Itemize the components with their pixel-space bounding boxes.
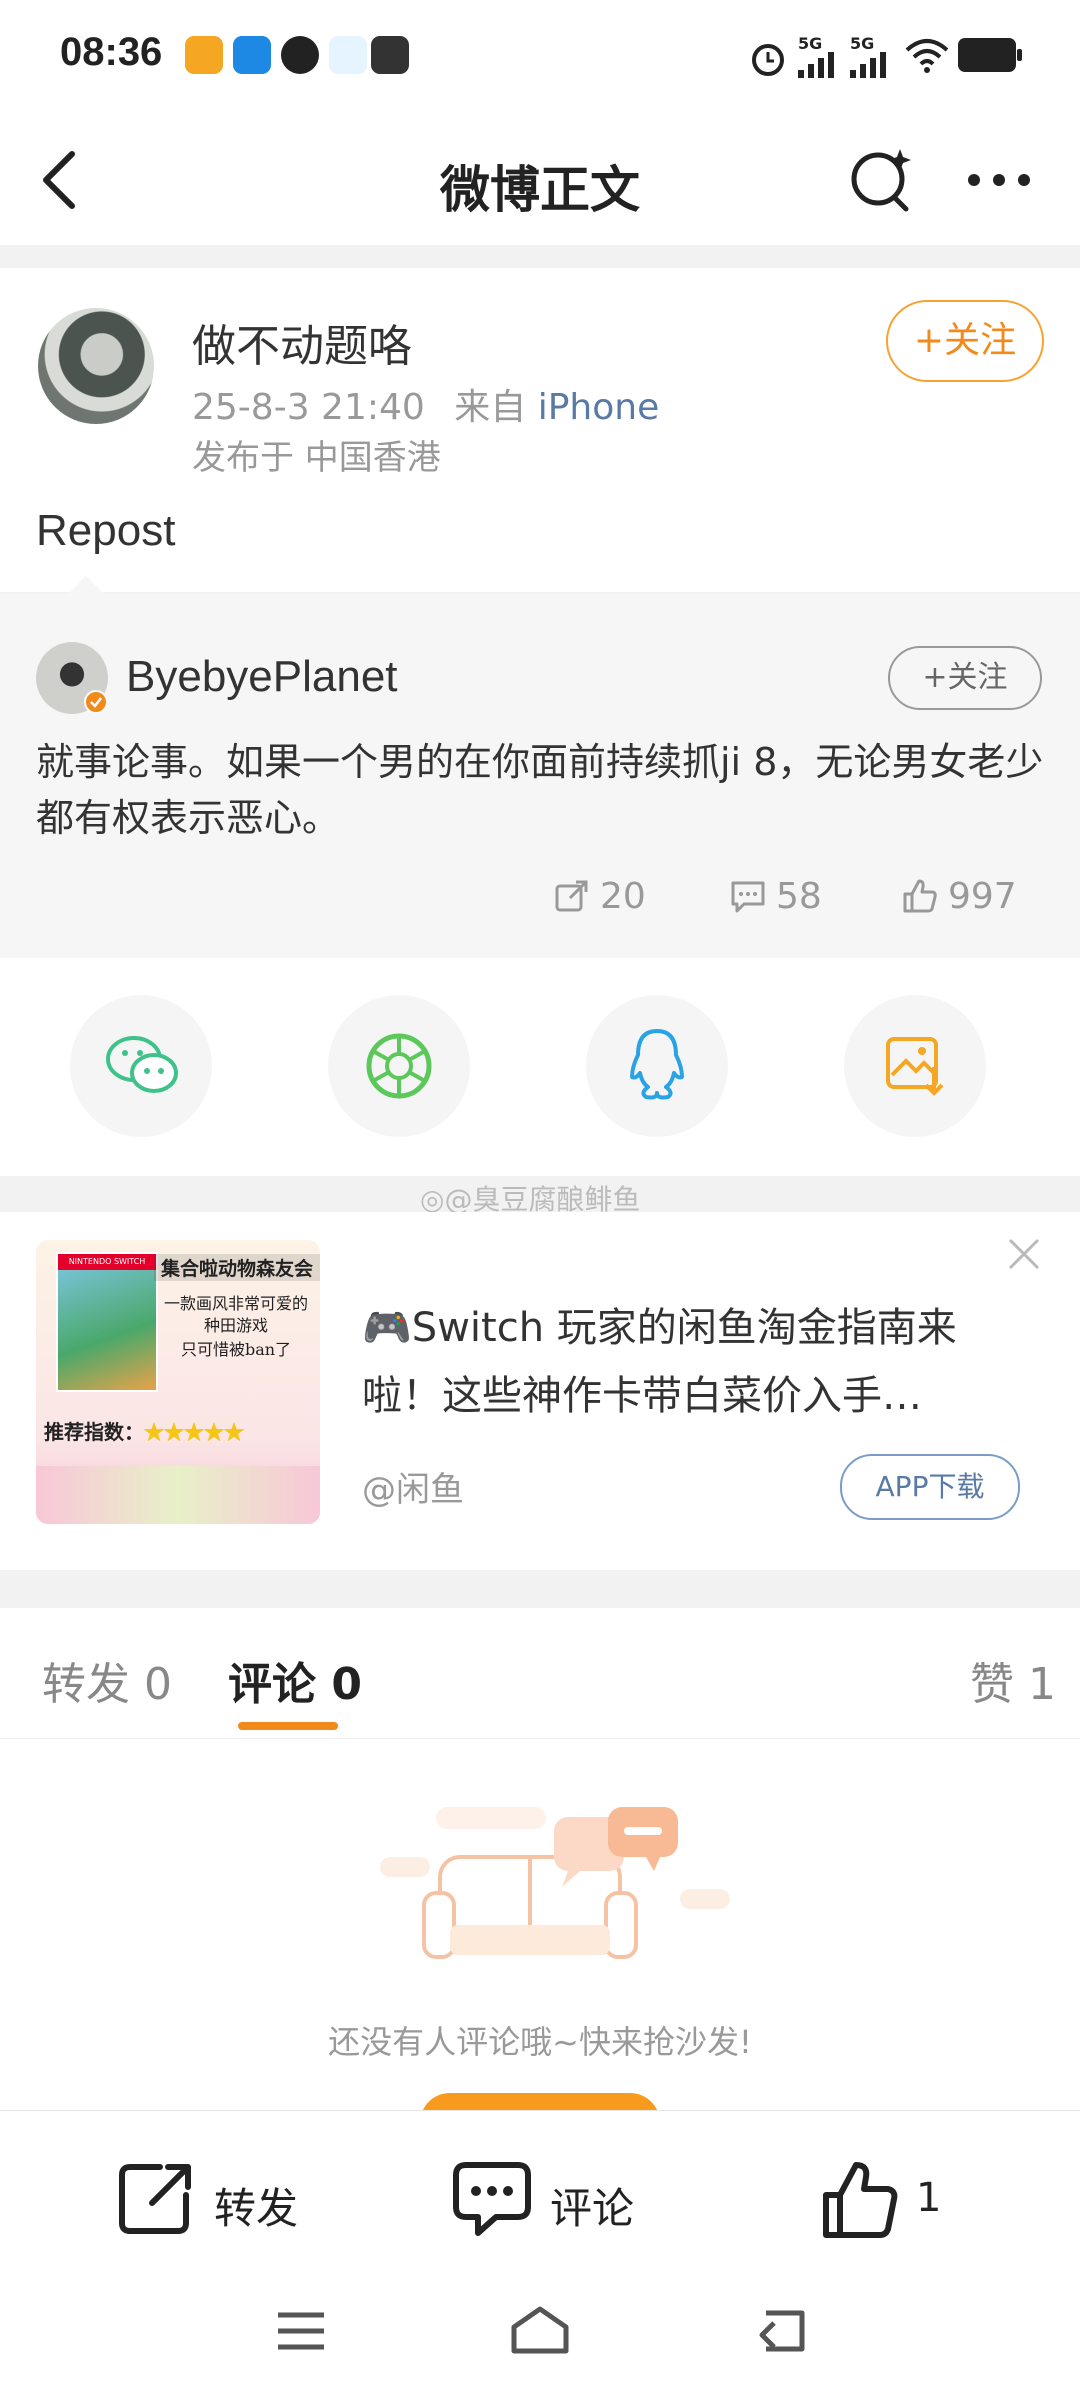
- like-count: 997: [948, 876, 1017, 917]
- share-qq-button[interactable]: [586, 995, 728, 1137]
- ad-image-line1: 一款画风非常可爱的: [163, 1294, 308, 1313]
- repost-card[interactable]: ByebyePlanet +关注 就事论事。如果一个男的在你面前持续抓ji 8，…: [0, 576, 1080, 958]
- ad-download-button[interactable]: APP下载: [840, 1454, 1020, 1520]
- ad-image[interactable]: NINTENDO SWITCH 集合啦动物森友会 一款画风非常可爱的 种田游戏 …: [36, 1240, 320, 1524]
- like-icon[interactable]: [822, 2159, 898, 2239]
- status-bar: 08:36 5G 5G: [0, 0, 1080, 110]
- comment-count-icon[interactable]: [730, 880, 766, 914]
- page-title: 微博正文: [440, 161, 640, 219]
- moments-icon: [366, 1033, 432, 1099]
- bottom-action-bar: 转发 评论 1: [0, 2110, 1080, 2401]
- ad-image-line3: 只可惜被ban了: [180, 1340, 292, 1359]
- network-label-1: 5G: [798, 34, 823, 53]
- tab-repost[interactable]: 转发 0: [42, 1648, 172, 1712]
- ad-close-icon[interactable]: [1006, 1236, 1042, 1272]
- share-save-image-button[interactable]: [844, 995, 986, 1137]
- app-icon-3: [281, 36, 319, 74]
- tab-comment[interactable]: 评论 0: [228, 1648, 362, 1712]
- like-count-icon[interactable]: [902, 878, 938, 914]
- status-time: 08:36: [60, 30, 163, 74]
- post-source[interactable]: iPhone: [538, 387, 660, 428]
- author-name[interactable]: 做不动题咯: [192, 310, 412, 374]
- repost-follow-button[interactable]: +关注: [888, 646, 1042, 710]
- post-text: Repost: [36, 506, 176, 555]
- battery-icon: [958, 38, 1022, 72]
- pointer-notch: [66, 576, 106, 596]
- post-location: 发布于 中国香港: [192, 438, 441, 478]
- empty-text: 还没有人评论哦~快来抢沙发!: [328, 2023, 752, 2061]
- ad-image-rating: 推荐指数：★★★★★: [44, 1416, 244, 1445]
- comment-tabs: 转发 0 评论 0 赞 1: [0, 1608, 1080, 1739]
- wifi-icon: [905, 39, 949, 73]
- repost-count-icon[interactable]: [554, 878, 590, 914]
- post-meta: 25-8-3 21:40 来自 iPhone: [192, 378, 659, 430]
- repost-icon[interactable]: [118, 2161, 194, 2237]
- app-icon-2: [233, 36, 271, 74]
- signal-icon-1: [798, 52, 834, 78]
- wechat-icon: [106, 1036, 178, 1093]
- repost-text: 就事论事。如果一个男的在你面前持续抓ji 8，无论男女老少都有权表示恶心。: [36, 740, 1044, 840]
- author-avatar[interactable]: [38, 308, 154, 424]
- ad-source: @闲鱼: [362, 1470, 464, 1510]
- rating-stars-icon: ★★★★★: [144, 1420, 244, 1444]
- repost-button-label[interactable]: 转发: [214, 2175, 298, 2236]
- tab-like[interactable]: 赞 1: [970, 1648, 1056, 1712]
- app-icon-1: [185, 36, 223, 74]
- home-nav-icon[interactable]: [510, 2305, 570, 2355]
- empty-sofa-illustration: [380, 1807, 730, 1959]
- more-options-icon[interactable]: [964, 170, 1034, 190]
- network-label-2: 5G: [850, 34, 875, 53]
- repost-count: 20: [600, 876, 646, 917]
- post-datetime: 25-8-3 21:40: [192, 387, 425, 428]
- qq-icon: [630, 1029, 684, 1100]
- save-image-icon: [886, 1037, 944, 1096]
- ad-card[interactable]: NINTENDO SWITCH 集合啦动物森友会 一款画风非常可爱的 种田游戏 …: [0, 1212, 1080, 1570]
- tab-active-indicator: [238, 1722, 338, 1730]
- comment-button-label[interactable]: 评论: [550, 2175, 634, 2236]
- alarm-icon: [752, 44, 784, 76]
- ad-image-badge: NINTENDO SWITCH: [58, 1254, 156, 1270]
- repost-author-name[interactable]: ByebyePlanet: [126, 652, 398, 702]
- post-card: 做不动题咯 25-8-3 21:40 来自 iPhone 发布于 中国香港 +关…: [0, 268, 1080, 592]
- app-icon-5: [371, 36, 409, 74]
- ad-image-line2: 种田游戏: [203, 1316, 268, 1335]
- ad-image-title: 集合啦动物森友会: [154, 1254, 320, 1281]
- ad-image-scene: [36, 1466, 320, 1524]
- post-source-prefix: 来自: [454, 387, 527, 428]
- back-nav-icon[interactable]: [756, 2309, 806, 2353]
- verified-badge-icon: [84, 690, 108, 714]
- like-button-count[interactable]: 1: [916, 2175, 941, 2221]
- comments-empty-area: 还没有人评论哦~快来抢沙发!: [0, 1739, 1080, 2153]
- comment-icon[interactable]: [452, 2161, 532, 2237]
- ad-headline[interactable]: 🎮Switch 玩家的闲鱼淘金指南来啦！这些神作卡带白菜价入手…: [362, 1294, 1022, 1430]
- search-sparkle-icon[interactable]: [848, 145, 916, 213]
- signal-icon-2: [850, 52, 886, 78]
- ad-image-rating-label: 推荐指数：: [44, 1420, 144, 1444]
- ad-image-game-cover: NINTENDO SWITCH: [56, 1252, 158, 1392]
- comment-count: 58: [776, 876, 822, 917]
- share-moments-button[interactable]: [328, 995, 470, 1137]
- app-icon-4: [329, 36, 367, 74]
- share-wechat-button[interactable]: [70, 995, 212, 1137]
- top-navigation-bar: 微博正文: [0, 110, 1080, 245]
- follow-button[interactable]: +关注: [886, 300, 1044, 382]
- menu-nav-icon[interactable]: [276, 2311, 326, 2351]
